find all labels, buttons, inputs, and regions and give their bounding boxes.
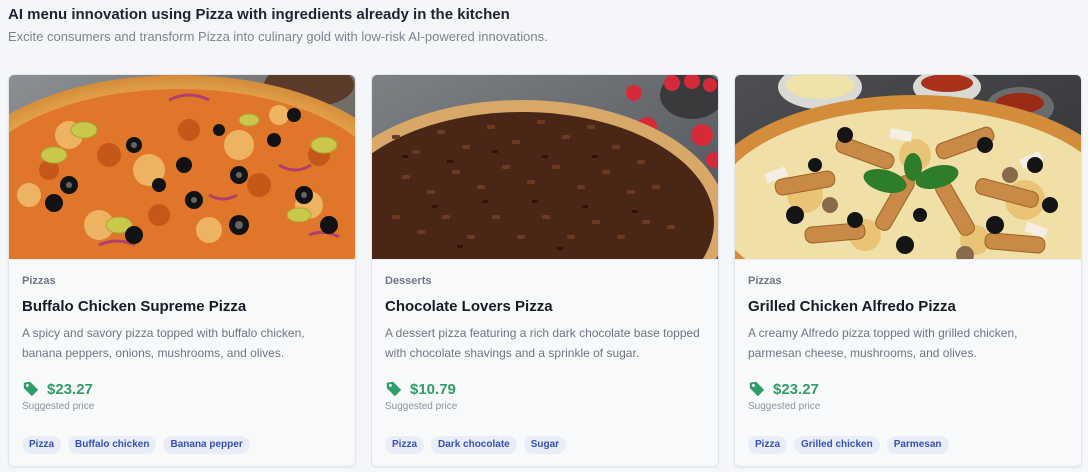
- price-tag-icon: [749, 381, 765, 397]
- menu-card-grilled-chicken-alfredo[interactable]: Pizzas Grilled Chicken Alfredo Pizza A c…: [734, 74, 1082, 467]
- card-title[interactable]: Buffalo Chicken Supreme Pizza: [22, 297, 342, 317]
- ingredient-chip[interactable]: Parmesan: [886, 436, 949, 454]
- card-description: A dessert pizza featuring a rich dark ch…: [385, 326, 700, 360]
- ingredient-chips: Pizza Dark chocolate Sugar: [385, 436, 705, 454]
- price-value: $10.79: [410, 380, 456, 398]
- ingredient-chips: Pizza Grilled chicken Parmesan: [748, 436, 1068, 454]
- card-description: A creamy Alfredo pizza topped with grill…: [748, 326, 1018, 360]
- ingredient-chip[interactable]: Dark chocolate: [431, 436, 517, 454]
- ingredient-chip[interactable]: Grilled chicken: [794, 436, 880, 454]
- card-description: A spicy and savory pizza topped with buf…: [22, 326, 305, 360]
- card-category: Pizzas: [748, 275, 782, 287]
- menu-card-buffalo-chicken[interactable]: Pizzas Buffalo Chicken Supreme Pizza A s…: [8, 74, 356, 467]
- card-title[interactable]: Grilled Chicken Alfredo Pizza: [748, 297, 1068, 317]
- card-title[interactable]: Chocolate Lovers Pizza: [385, 297, 705, 317]
- card-category: Desserts: [385, 275, 432, 287]
- card-category: Pizzas: [22, 275, 56, 287]
- menu-card-list: Pizzas Buffalo Chicken Supreme Pizza A s…: [8, 74, 1082, 468]
- pizza-photo: [372, 75, 718, 259]
- price-value: $23.27: [773, 380, 819, 398]
- ingredient-chip[interactable]: Pizza: [385, 436, 425, 454]
- pizza-photo: [735, 75, 1081, 259]
- ingredient-chip[interactable]: Pizza: [22, 436, 62, 454]
- price-note: Suggested price: [385, 401, 458, 412]
- card-body: Desserts Chocolate Lovers Pizza A desser…: [372, 259, 718, 466]
- price-tag-icon: [386, 381, 402, 397]
- ingredient-chip[interactable]: Buffalo chicken: [68, 436, 157, 454]
- ingredient-chips: Pizza Buffalo chicken Banana pepper: [22, 436, 342, 454]
- card-body: Pizzas Grilled Chicken Alfredo Pizza A c…: [735, 259, 1081, 466]
- price-note: Suggested price: [22, 401, 95, 412]
- menu-card-chocolate-lovers[interactable]: Desserts Chocolate Lovers Pizza A desser…: [371, 74, 719, 467]
- price-tag-icon: [23, 381, 39, 397]
- price-row: $23.27: [748, 379, 1068, 399]
- price-row: $10.79: [385, 379, 705, 399]
- ingredient-chip[interactable]: Banana pepper: [163, 436, 250, 454]
- price-note: Suggested price: [748, 401, 821, 412]
- price-row: $23.27: [22, 379, 342, 399]
- page-header: AI menu innovation using Pizza with ingr…: [8, 5, 1078, 47]
- ingredient-chip[interactable]: Pizza: [748, 436, 788, 454]
- pizza-photo: [9, 75, 355, 259]
- page-subtitle: Excite consumers and transform Pizza int…: [8, 29, 548, 44]
- card-body: Pizzas Buffalo Chicken Supreme Pizza A s…: [9, 259, 355, 466]
- page-title: AI menu innovation using Pizza with ingr…: [8, 6, 510, 23]
- price-value: $23.27: [47, 380, 93, 398]
- ingredient-chip[interactable]: Sugar: [523, 436, 567, 454]
